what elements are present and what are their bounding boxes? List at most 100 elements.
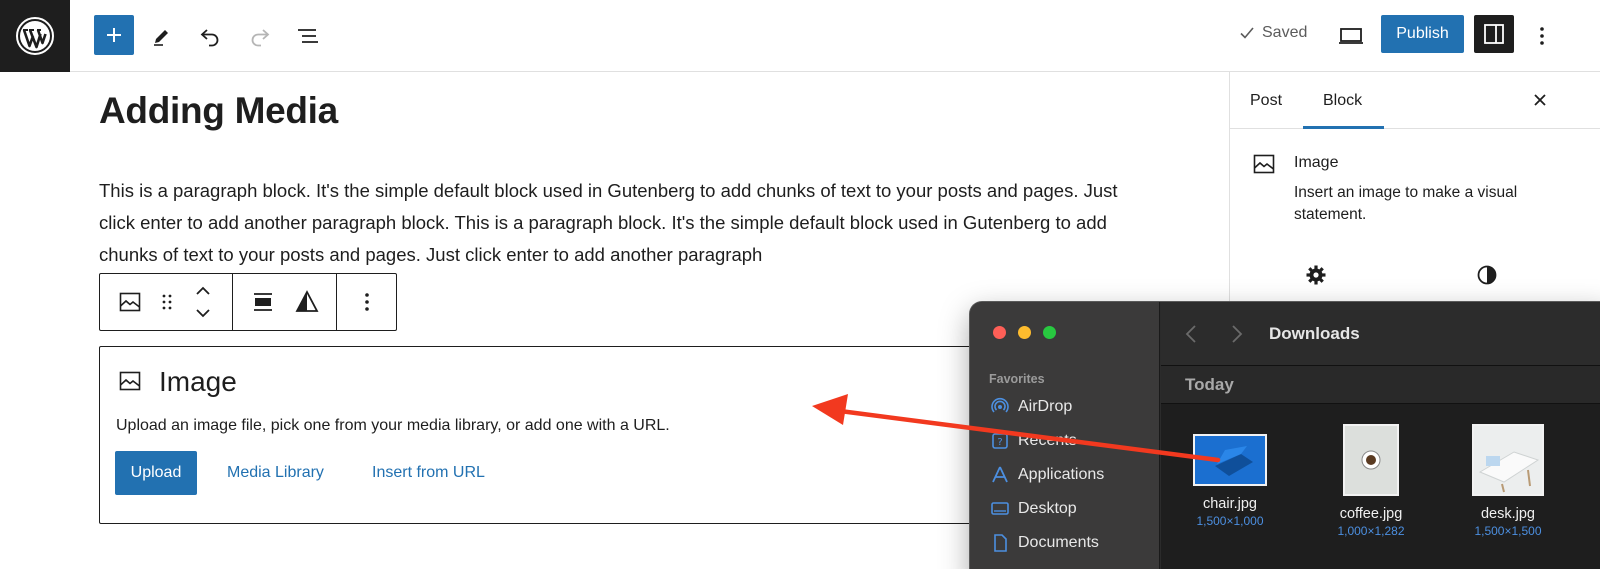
- image-block-description: Upload an image file, pick one from your…: [116, 417, 670, 434]
- saved-status: Saved: [1238, 24, 1307, 42]
- tools-button[interactable]: [142, 16, 182, 56]
- back-button[interactable]: [1185, 324, 1197, 350]
- image-block-placeholder[interactable]: Image Upload an image file, pick one fro…: [99, 346, 1099, 524]
- file-item-coffee[interactable]: coffee.jpg 1,000×1,282: [1311, 422, 1431, 538]
- sidebar-item-recents[interactable]: ? Recents: [990, 429, 1077, 453]
- group-header-today: Today: [1161, 366, 1600, 404]
- file-thumbnail: [1472, 424, 1544, 496]
- wordpress-logo[interactable]: [0, 0, 70, 72]
- drag-handle[interactable]: [148, 283, 186, 321]
- app-root: Saved Publish Adding Media This is a par…: [0, 0, 1600, 569]
- group-header-label: Today: [1185, 375, 1234, 394]
- gear-icon: [1306, 265, 1326, 285]
- sidebar-item-label: AirDrop: [1018, 398, 1073, 415]
- file-dimensions: 1,500×1,500: [1474, 524, 1542, 538]
- align-wide-icon: [254, 293, 272, 311]
- favorites-heading: Favorites: [989, 372, 1045, 386]
- block-card-icon: [1252, 152, 1276, 181]
- desktop-icon: [990, 499, 1010, 519]
- saved-label: Saved: [1262, 24, 1308, 41]
- duotone-button[interactable]: [288, 283, 326, 321]
- finder-window: Favorites AirDrop ? Recents Applications: [970, 302, 1600, 569]
- image-icon: [1253, 154, 1275, 174]
- recents-icon: ?: [990, 431, 1010, 451]
- align-button[interactable]: [244, 283, 282, 321]
- toolbar-separator: [336, 274, 337, 330]
- sidebar-item-documents[interactable]: Documents: [990, 531, 1099, 555]
- documents-icon: [990, 533, 1010, 553]
- forward-button[interactable]: [1231, 324, 1243, 350]
- file-thumbnail: [1193, 434, 1267, 486]
- finder-window-title: Downloads: [1269, 324, 1360, 343]
- close-icon: [1534, 94, 1546, 106]
- block-type-button[interactable]: [111, 283, 149, 321]
- desktop-preview-icon: [1339, 28, 1363, 44]
- finder-content: Downloads Today chair.jpg 1,500×1,000 co…: [1161, 302, 1600, 569]
- block-options-button[interactable]: [348, 283, 386, 321]
- block-toolbar: [99, 273, 397, 331]
- options-menu-button[interactable]: [1522, 16, 1562, 56]
- undo-icon: [200, 29, 219, 47]
- check-icon: [1240, 27, 1254, 39]
- sidebar-item-desktop[interactable]: Desktop: [990, 497, 1077, 521]
- media-library-button[interactable]: Media Library: [227, 464, 324, 482]
- sidebar-item-label: Recents: [1018, 432, 1077, 449]
- toolbar-separator: [232, 274, 233, 330]
- active-tab-indicator: [1303, 126, 1384, 129]
- document-overview-button[interactable]: [288, 16, 328, 56]
- chevron-right-icon: [1232, 325, 1243, 343]
- finder-sidebar: Favorites AirDrop ? Recents Applications: [970, 302, 1160, 569]
- close-sidebar-button[interactable]: [1528, 88, 1552, 112]
- styles-tab-button[interactable]: [1476, 264, 1498, 291]
- sidebar-icon: [1484, 24, 1504, 44]
- airdrop-icon: [990, 397, 1010, 417]
- more-vertical-icon: [1540, 27, 1544, 45]
- preview-button[interactable]: [1331, 16, 1371, 56]
- redo-icon: [251, 29, 270, 47]
- tab-block[interactable]: Block: [1323, 92, 1362, 110]
- insert-from-url-button[interactable]: Insert from URL: [372, 464, 485, 482]
- undo-button[interactable]: [190, 16, 230, 56]
- redo-button[interactable]: [240, 16, 280, 56]
- upload-button[interactable]: Upload: [115, 451, 197, 495]
- drag-handle-icon: [162, 294, 172, 310]
- minimize-window-button[interactable]: [1018, 326, 1031, 339]
- move-up-down-buttons[interactable]: [184, 283, 222, 321]
- file-item-desk[interactable]: desk.jpg 1,500×1,500: [1448, 422, 1568, 538]
- file-thumbnail: [1343, 424, 1399, 496]
- sidebar-tabs: Post Block: [1230, 72, 1600, 129]
- plus-icon: [107, 28, 121, 42]
- chevron-up-down-icon: [196, 286, 210, 318]
- block-card-description: Insert an image to make a visual stateme…: [1294, 184, 1518, 223]
- image-icon: [119, 292, 141, 312]
- sidebar-item-label: Desktop: [1018, 500, 1077, 517]
- pencil-icon: [154, 30, 168, 46]
- sidebar-item-airdrop[interactable]: AirDrop: [990, 395, 1072, 419]
- close-window-button[interactable]: [993, 326, 1006, 339]
- file-item-chair[interactable]: chair.jpg 1,500×1,000: [1170, 422, 1290, 528]
- file-name: coffee.jpg: [1339, 506, 1403, 522]
- tab-post[interactable]: Post: [1250, 92, 1282, 110]
- svg-text:?: ?: [997, 437, 1002, 448]
- settings-toggle-button[interactable]: [1474, 15, 1514, 53]
- settings-tab-button[interactable]: [1305, 264, 1327, 291]
- editor-top-toolbar: Saved Publish: [0, 0, 1600, 72]
- paragraph-block[interactable]: This is a paragraph block. It's the simp…: [99, 175, 1129, 271]
- file-name: chair.jpg: [1202, 496, 1257, 512]
- add-block-button[interactable]: [94, 15, 134, 55]
- file-dimensions: 1,500×1,000: [1196, 514, 1264, 528]
- sidebar-item-applications[interactable]: Applications: [990, 463, 1104, 487]
- wordpress-icon: [16, 17, 54, 55]
- list-view-icon: [298, 29, 318, 43]
- chevron-left-icon: [1185, 325, 1196, 343]
- sidebar-item-label: Applications: [1018, 466, 1105, 483]
- sidebar-item-label: Documents: [1018, 534, 1099, 551]
- file-dimensions: 1,000×1,282: [1337, 524, 1405, 538]
- post-title[interactable]: Adding Media: [99, 90, 338, 132]
- finder-toolbar: Downloads: [1161, 302, 1600, 366]
- duotone-icon: [295, 290, 319, 312]
- image-block-title: Image: [159, 366, 237, 397]
- publish-button[interactable]: Publish: [1381, 15, 1464, 53]
- contrast-icon: [1477, 265, 1497, 285]
- zoom-window-button[interactable]: [1043, 326, 1056, 339]
